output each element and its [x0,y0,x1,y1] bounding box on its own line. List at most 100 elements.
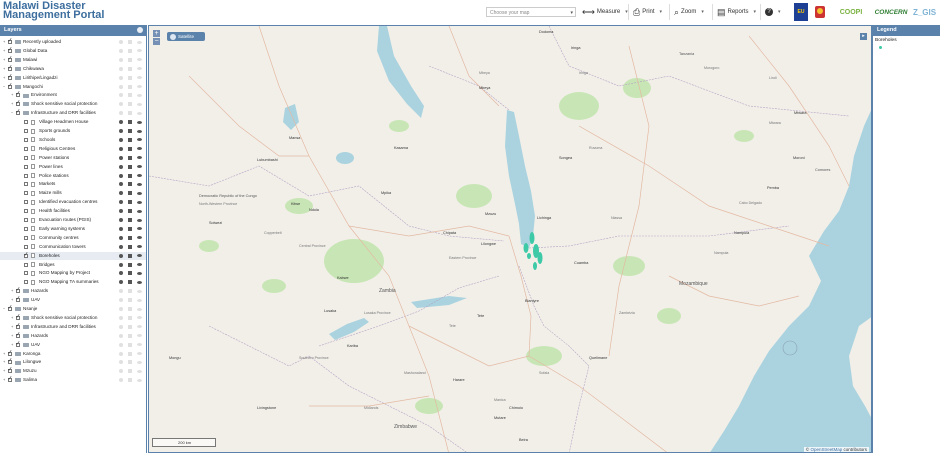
eye-icon[interactable] [137,298,142,302]
download-icon[interactable] [128,155,132,160]
eye-icon[interactable] [137,138,142,142]
download-icon[interactable] [128,351,132,356]
info-icon[interactable] [119,111,123,116]
download-icon[interactable] [128,280,132,285]
layer-checkbox[interactable] [24,164,28,169]
info-icon[interactable] [119,235,123,240]
eye-icon[interactable] [137,254,142,258]
layer-row[interactable]: Community centres [0,234,146,243]
download-icon[interactable] [128,360,132,365]
layer-checkbox[interactable] [24,209,28,214]
download-icon[interactable] [128,93,132,98]
layer-checkbox[interactable] [24,120,28,125]
layer-row[interactable]: + ✓ Chikwawa [0,65,146,74]
info-icon[interactable] [119,315,123,320]
layer-checkbox[interactable] [24,244,28,249]
eye-icon[interactable] [137,156,142,160]
layer-row[interactable]: Maize mills [0,189,146,198]
eye-icon[interactable] [137,200,142,204]
download-icon[interactable] [128,164,132,169]
expand-icon[interactable]: + [11,323,13,332]
info-icon[interactable] [119,120,123,125]
expand-icon[interactable]: + [11,314,13,323]
layer-row[interactable]: + ✓ Mzuzu [0,367,146,376]
layer-row[interactable]: Communication towers [0,243,146,252]
download-icon[interactable] [128,244,132,249]
expand-icon[interactable]: + [3,358,5,367]
info-icon[interactable] [119,93,123,98]
info-icon[interactable] [119,226,123,231]
eye-icon[interactable] [137,343,142,347]
eye-icon[interactable] [137,129,142,133]
download-icon[interactable] [128,182,132,187]
download-icon[interactable] [128,324,132,329]
eye-icon[interactable] [137,263,142,266]
download-icon[interactable] [128,173,132,178]
eye-icon[interactable] [137,191,142,195]
expand-icon[interactable]: + [11,287,13,296]
eye-icon[interactable] [137,378,142,382]
eye-icon[interactable] [137,67,142,71]
eye-icon[interactable] [137,271,142,275]
expand-icon[interactable]: + [11,91,13,100]
download-icon[interactable] [128,235,132,240]
eye-icon[interactable] [137,120,142,124]
layer-row[interactable]: Early warning systems [0,225,146,234]
download-icon[interactable] [128,209,132,214]
layer-checkbox[interactable] [24,226,28,231]
layer-checkbox[interactable] [24,218,28,222]
info-icon[interactable] [119,191,123,196]
layer-row[interactable]: Police stations [0,172,146,181]
expand-icon[interactable]: + [3,38,5,47]
layer-row[interactable]: Power stations [0,154,146,163]
layer-checkbox[interactable] [24,200,28,205]
layer-row[interactable]: + ✓ UAV [0,296,146,305]
eye-icon[interactable] [137,352,142,355]
info-icon[interactable] [119,137,123,142]
layer-row[interactable]: Village Headmen House [0,118,146,127]
basemap-toggle-button[interactable]: Satellite [167,32,205,41]
layer-row[interactable]: + ✓ Environment [0,91,146,100]
expand-icon[interactable]: + [3,376,5,385]
eye-icon[interactable] [137,40,142,44]
info-icon[interactable] [119,298,123,303]
info-icon[interactable] [119,253,123,258]
eye-icon[interactable] [137,209,142,213]
info-icon[interactable] [119,342,123,347]
info-icon[interactable] [119,244,123,249]
layer-row[interactable]: + ✓ Lilongwe [0,358,146,367]
info-icon[interactable] [119,360,123,365]
download-icon[interactable] [128,129,132,133]
collapse-icon[interactable]: − [11,109,13,118]
layer-row[interactable]: + ✓ Shock sensitive social protection [0,100,146,109]
expand-icon[interactable]: + [3,56,5,65]
eye-icon[interactable] [137,218,142,222]
layer-row[interactable]: Sports grounds [0,127,146,136]
download-icon[interactable] [128,298,132,303]
layer-checkbox[interactable] [24,155,28,160]
expand-icon[interactable]: + [3,65,5,74]
download-icon[interactable] [128,226,132,231]
expand-icon[interactable]: + [11,100,13,109]
info-icon[interactable] [119,209,123,214]
info-icon[interactable] [119,369,123,374]
layer-row[interactable]: − ✓ Nsanje [0,305,146,314]
info-icon[interactable] [119,173,123,178]
settings-icon[interactable] [137,27,143,33]
layer-row[interactable]: ✓ Boreholes [0,251,146,261]
download-icon[interactable] [128,218,132,222]
info-icon[interactable] [119,182,123,187]
legend-collapse-button[interactable]: ▸ [860,33,867,40]
download-icon[interactable] [128,369,132,374]
download-icon[interactable] [128,66,132,71]
info-icon[interactable] [119,271,123,276]
info-icon[interactable] [119,351,123,356]
collapse-icon[interactable]: − [3,305,5,314]
download-icon[interactable] [128,120,132,125]
eye-icon[interactable] [137,58,142,62]
info-icon[interactable] [119,378,123,383]
layer-checkbox[interactable] [24,235,28,240]
layer-row[interactable]: − ✓ Mangochi [0,83,146,92]
measure-button[interactable]: ⟷ Measure ▾ [582,5,628,19]
eye-icon[interactable] [137,289,142,293]
